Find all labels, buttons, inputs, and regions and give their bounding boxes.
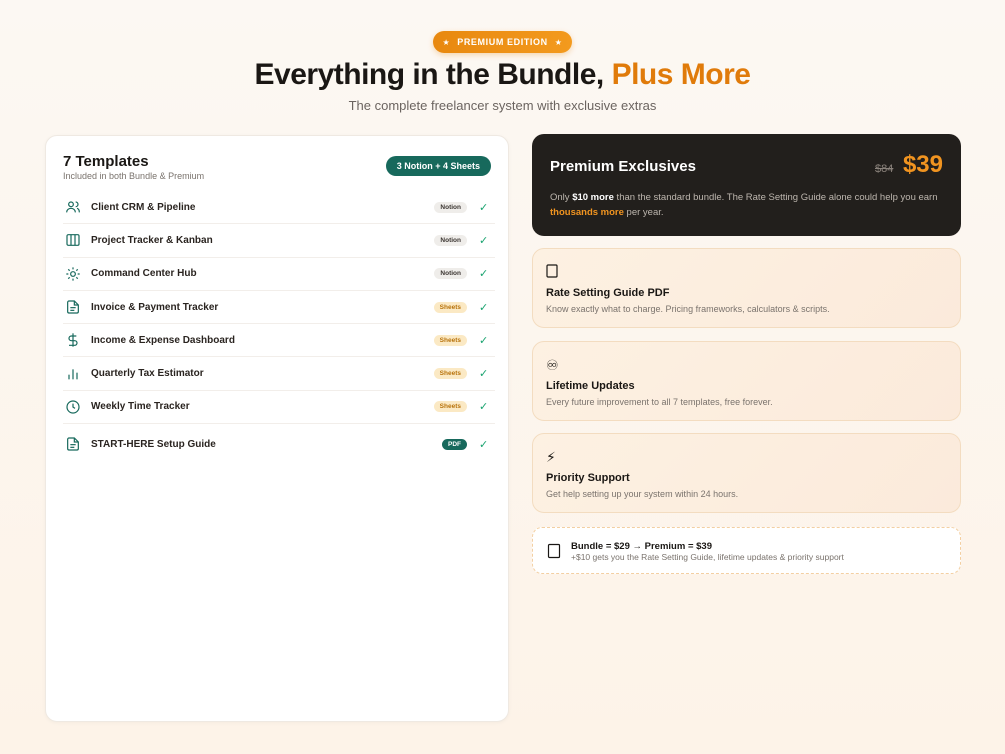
check-icon: ✓ [479,368,489,381]
templates-count-pill: 3 Notion + 4 Sheets [385,156,491,176]
badge-label: PREMIUM EDITION [457,37,548,47]
page-subtitle: The complete freelancer system with excl… [348,98,657,113]
templates-title: 7 Templates [63,153,149,170]
check-icon: ✓ [479,334,489,347]
template-tag: Notion [434,201,467,213]
sun-icon [63,264,83,284]
bundle-comparison-desc: +$10 gets you the Rate Setting Guide, li… [571,552,844,562]
premium-description: Only $10 more than the standard bundle. … [550,190,945,220]
template-tag: Sheets [433,401,467,413]
star-icon: ★ [442,37,451,47]
feature-description: Know exactly what to charge. Pricing fra… [546,304,830,314]
feature-title: Lifetime Updates [546,380,635,392]
page-title: Everything in the Bundle, Plus More [0,58,1005,92]
template-name: START-HERE Setup Guide [91,438,216,450]
feature-card-priority-support: ⚡ Priority Support Get help setting up y… [532,433,961,513]
premium-text-post: per year. [623,207,664,218]
premium-text-highlight: thousands more [550,207,624,218]
infinity-icon: ♾ [546,357,559,373]
list-item: START-HERE Setup Guide PDF ✓ [63,424,495,464]
template-name: Income & Expense Dashboard [91,334,235,346]
bar-chart-icon [63,364,83,384]
premium-text-bold: $10 more [572,192,614,203]
template-name: Command Center Hub [91,268,197,280]
feature-card-lifetime-updates: ♾ Lifetime Updates Every future improvem… [532,341,961,421]
template-name: Project Tracker & Kanban [91,234,213,246]
template-name: Quarterly Tax Estimator [91,368,204,380]
check-icon: ✓ [479,401,489,414]
old-price: $84 [875,163,894,175]
template-tag: Sheets [433,334,467,346]
template-name: Invoice & Payment Tracker [91,301,219,313]
file-icon [63,434,83,454]
template-name: Client CRM & Pipeline [91,201,196,213]
bundle-comparison-title: Bundle = $29 → Premium = $39 [571,541,712,552]
template-tag: PDF [442,438,467,450]
title-main: Everything in the Bundle, [254,58,605,91]
feature-title: Rate Setting Guide PDF [546,287,670,299]
template-tag: Notion [434,268,467,280]
feature-card-rate-guide: Rate Setting Guide PDF Know exactly what… [532,248,961,328]
title-accent: Plus More [611,58,751,91]
check-icon: ✓ [479,301,489,314]
check-icon: ✓ [479,234,489,247]
templates-card: 7 Templates Included in both Bundle & Pr… [45,135,509,722]
star-icon: ★ [554,37,563,47]
check-icon: ✓ [479,201,489,214]
list-item: Weekly Time Tracker Sheets ✓ [63,391,495,425]
premium-text-mid: than the standard bundle. The Rate Setti… [613,192,938,203]
template-name: Weekly Time Tracker [91,401,190,413]
box-icon [547,543,561,559]
bundle-comparison: Bundle = $29 → Premium = $39 +$10 gets y… [532,527,961,574]
list-item: Income & Expense Dashboard Sheets ✓ [63,324,495,358]
dollar-icon [63,330,83,350]
premium-title: Premium Exclusives [550,158,696,175]
book-icon [546,264,558,281]
templates-list: Client CRM & Pipeline Notion ✓ Project T… [63,191,495,464]
file-icon [63,297,83,317]
clock-icon [63,397,83,417]
template-tag: Notion [434,234,467,246]
list-item: Invoice & Payment Tracker Sheets ✓ [63,291,495,325]
feature-description: Get help setting up your system within 2… [546,489,739,499]
feature-description: Every future improvement to all 7 templa… [546,397,773,407]
list-item: Client CRM & Pipeline Notion ✓ [63,191,495,225]
template-tag: Sheets [433,368,467,380]
template-tag: Sheets [433,301,467,313]
list-item: Project Tracker & Kanban Notion ✓ [63,224,495,258]
premium-text-pre: Only [550,192,573,203]
list-item: Quarterly Tax Estimator Sheets ✓ [63,357,495,391]
templates-subtitle: Included in both Bundle & Premium [63,171,205,181]
columns-icon [63,230,83,250]
check-icon: ✓ [479,268,489,281]
lightning-icon: ⚡ [546,449,556,465]
feature-title: Priority Support [546,472,630,484]
check-icon: ✓ [479,438,489,451]
users-icon [63,197,83,217]
premium-exclusives-card: Premium Exclusives $84 $39 Only $10 more… [532,134,961,236]
new-price: $39 [902,151,943,178]
list-item: Command Center Hub Notion ✓ [63,258,495,291]
premium-edition-badge: ★ PREMIUM EDITION ★ [433,31,572,53]
